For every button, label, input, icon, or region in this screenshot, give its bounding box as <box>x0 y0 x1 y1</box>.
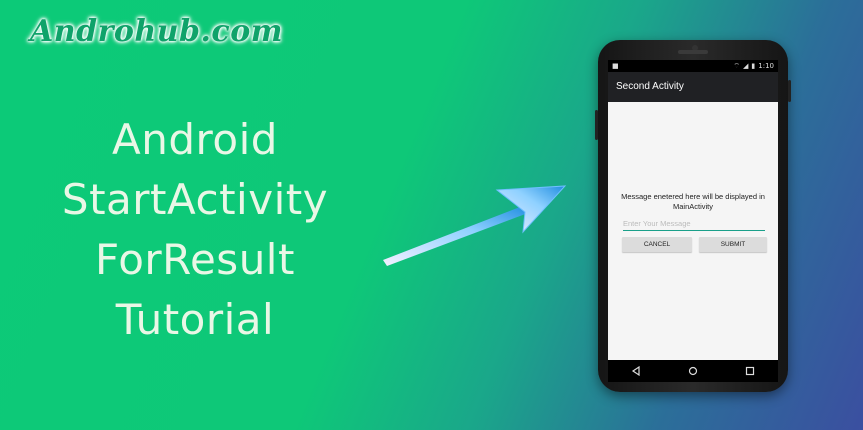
activity-content: Message enetered here will be displayed … <box>608 102 778 342</box>
status-bar: ■ ⌔ ◢ ▮ 1:10 <box>608 60 778 72</box>
battery-icon: ▮ <box>751 62 756 70</box>
wifi-icon: ⌔ <box>733 62 741 70</box>
phone-mockup: ■ ⌔ ◢ ▮ 1:10 Second Activity Message ene… <box>595 40 791 392</box>
power-button <box>788 80 791 102</box>
headline-line: StartActivity <box>61 175 329 224</box>
headline-line: Tutorial <box>115 295 275 344</box>
phone-screen: ■ ⌔ ◢ ▮ 1:10 Second Activity Message ene… <box>608 60 778 382</box>
notification-icon: ■ <box>612 62 619 70</box>
status-time: 1:10 <box>758 62 774 70</box>
back-icon[interactable] <box>628 363 644 379</box>
navigation-bar <box>608 360 778 382</box>
message-text: Message enetered here will be displayed … <box>621 192 765 211</box>
home-icon[interactable] <box>685 363 701 379</box>
arrow-icon <box>383 185 567 266</box>
signal-icon: ◢ <box>743 62 749 70</box>
message-input[interactable] <box>623 216 765 231</box>
speaker-grille <box>678 50 708 54</box>
headline-line: Android <box>112 115 278 164</box>
submit-button[interactable]: SUBMIT <box>699 237 767 252</box>
headline-line: ForResult <box>95 235 295 284</box>
volume-button <box>595 110 598 140</box>
cancel-button[interactable]: CANCEL <box>622 237 692 252</box>
recents-icon[interactable] <box>742 363 758 379</box>
app-bar-title: Second Activity <box>608 72 778 102</box>
tutorial-headline: Android StartActivity ForResult Tutorial <box>40 110 350 350</box>
site-logo: Androhub.com <box>30 14 283 49</box>
